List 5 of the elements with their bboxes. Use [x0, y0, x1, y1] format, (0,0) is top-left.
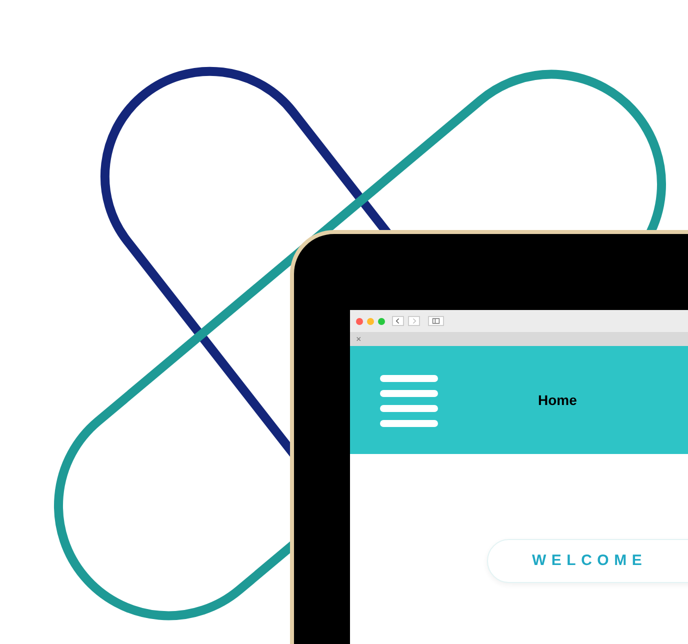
sidebar-icon[interactable] [428, 316, 444, 326]
back-icon[interactable] [392, 316, 404, 326]
welcome-badge: WELCOME [487, 539, 688, 583]
forward-icon[interactable] [408, 316, 420, 326]
home-link[interactable]: Home [538, 390, 577, 410]
